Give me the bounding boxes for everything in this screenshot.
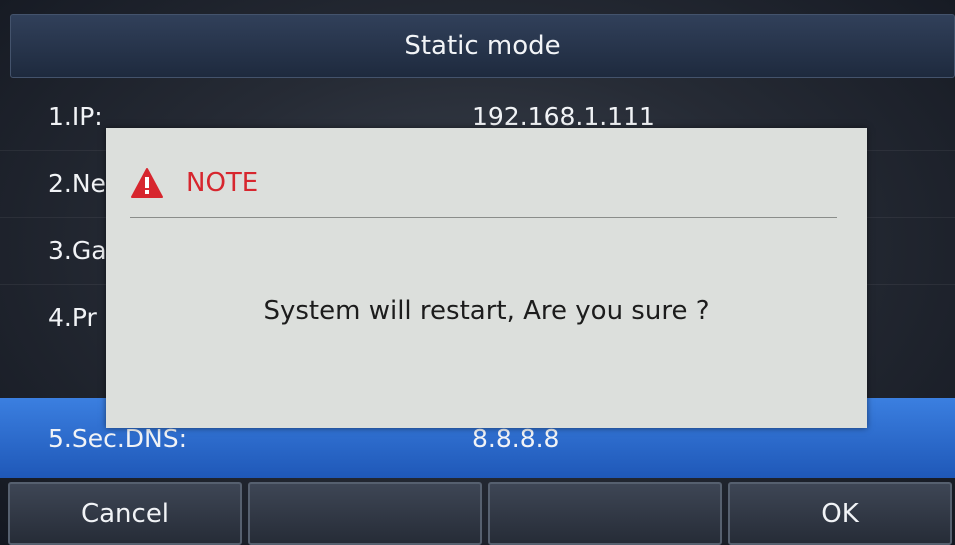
list-item-label: 3.Ga	[48, 236, 107, 265]
dialog-divider	[130, 217, 837, 218]
softkey-3[interactable]	[488, 482, 722, 545]
ok-button[interactable]: OK	[728, 482, 952, 545]
cancel-button[interactable]: Cancel	[8, 482, 242, 545]
list-item-value: 192.168.1.111	[472, 102, 655, 131]
softkey-label: Cancel	[80, 498, 170, 529]
phone-screen: Static mode 1.IP: 192.168.1.111 2.Ne 3.G…	[0, 0, 955, 545]
dialog-message: System will restart, Are you sure ?	[263, 296, 710, 326]
confirm-dialog: NOTE System will restart, Are you sure ?	[106, 128, 867, 428]
list-item-label: 2.Ne	[48, 169, 106, 198]
list-item-label: 4.Pr	[48, 303, 97, 332]
warning-triangle-icon	[130, 167, 164, 199]
softkey-label: OK	[821, 498, 859, 529]
page-title: Static mode	[10, 14, 955, 78]
softkey-bar: Cancel OK	[0, 482, 955, 545]
dialog-title: NOTE	[186, 168, 259, 198]
list-item-label: 5.Sec.DNS:	[48, 424, 188, 453]
page-title-text: Static mode	[404, 31, 561, 61]
list-item-value: 8.8.8.8	[472, 424, 560, 453]
dialog-header: NOTE	[130, 158, 258, 208]
list-item-label: 1.IP:	[48, 102, 103, 131]
softkey-2[interactable]	[248, 482, 482, 545]
